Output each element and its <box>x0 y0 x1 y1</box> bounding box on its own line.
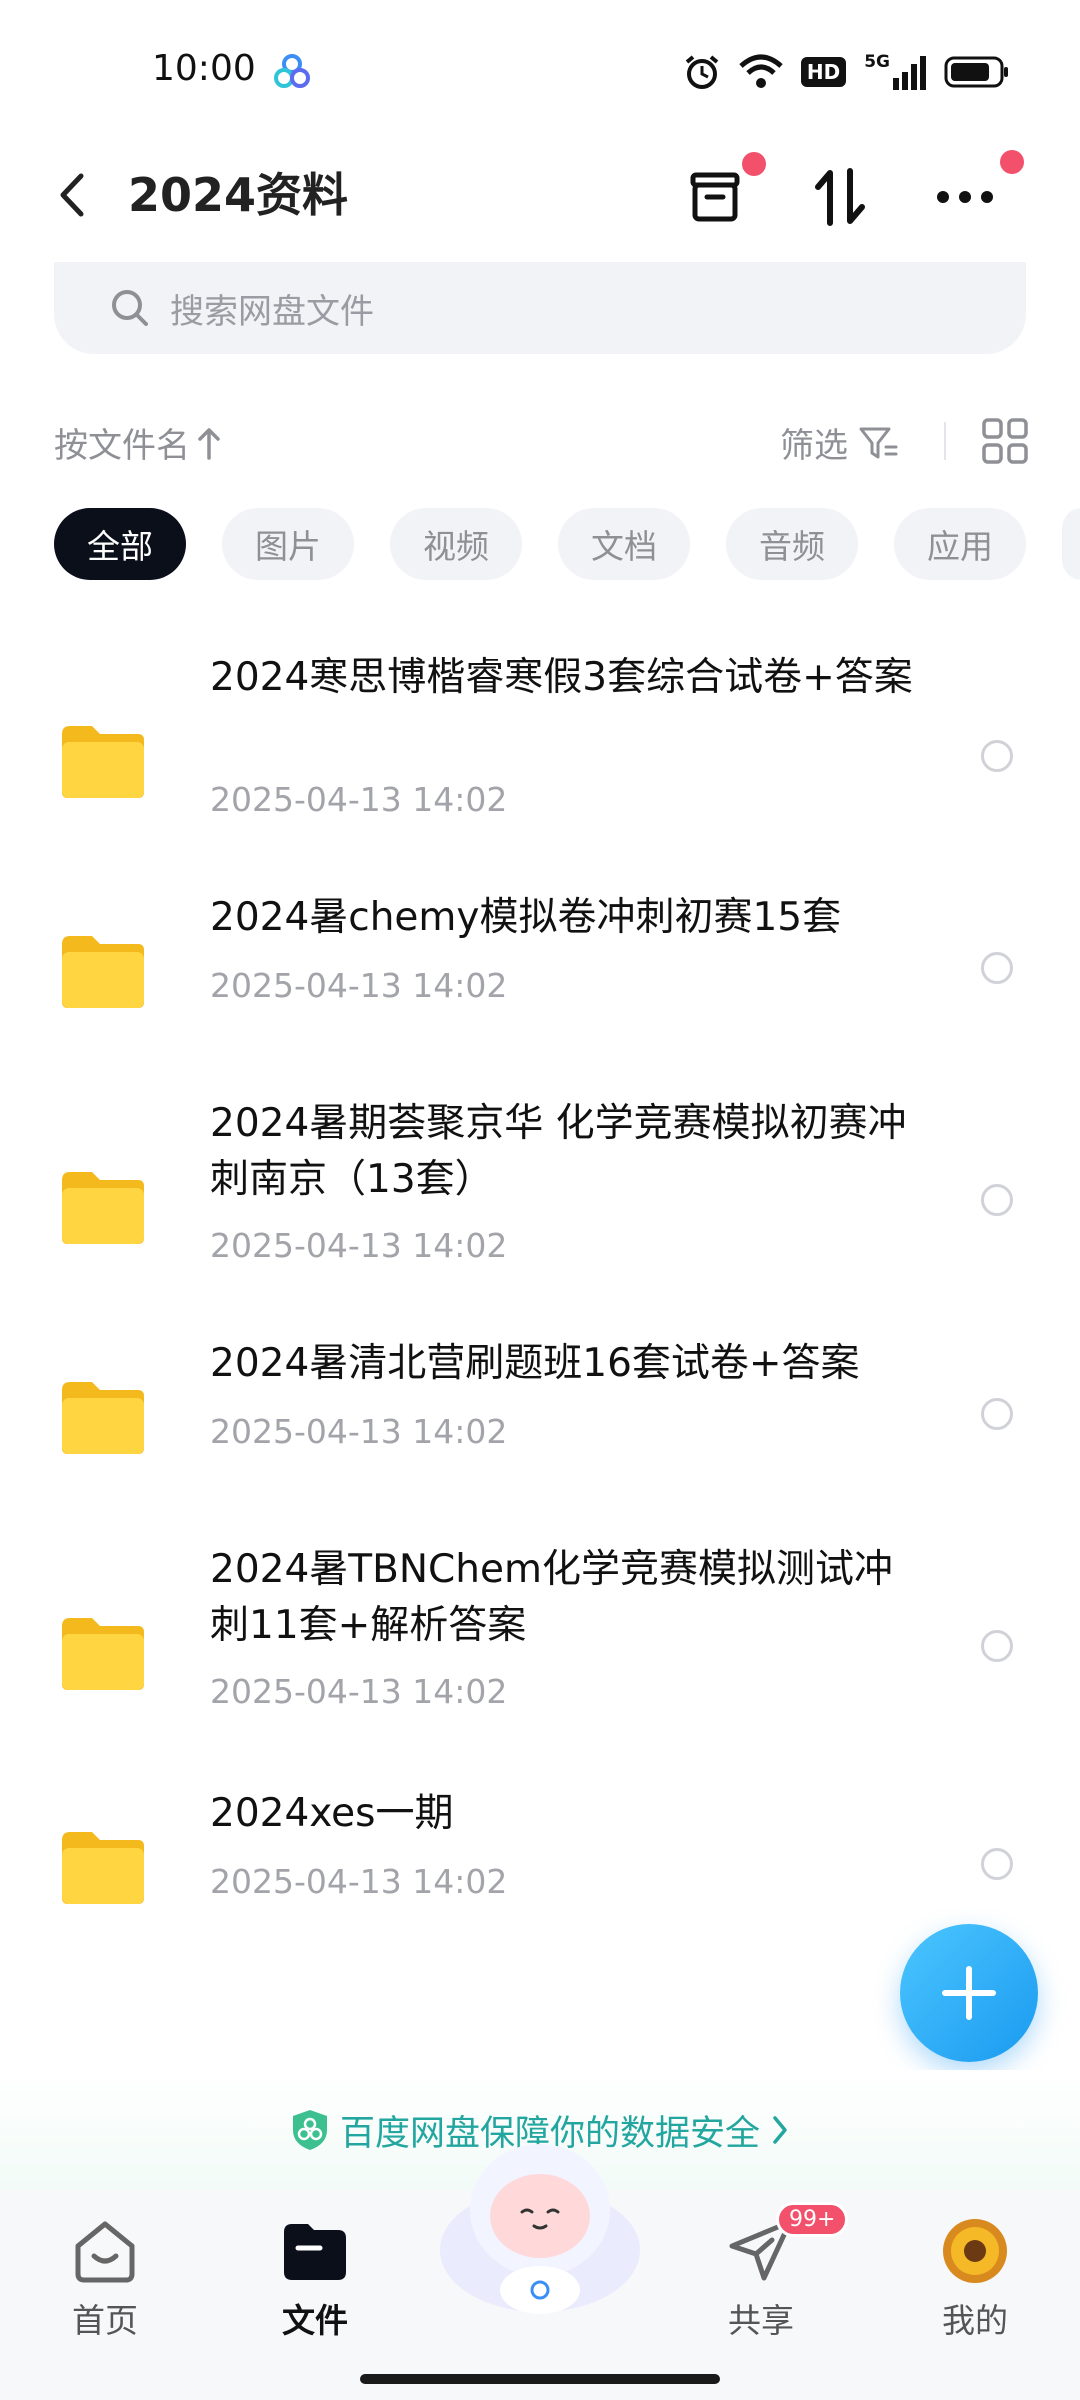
file-date: 2025-04-13 14:02 <box>210 1672 508 1711</box>
chip-images[interactable]: 图片 <box>222 508 354 580</box>
file-date: 2025-04-13 14:02 <box>210 966 508 1005</box>
back-button[interactable] <box>42 160 102 230</box>
sort-bar: 按文件名 筛选 <box>0 400 1080 480</box>
home-indicator <box>360 2374 720 2384</box>
sort-label: 按文件名 <box>54 426 190 466</box>
file-name: 2024xes一期 <box>210 1791 454 1836</box>
hd-icon: HD <box>800 57 847 87</box>
status-time: 10:00 <box>152 48 256 89</box>
grid-view-icon[interactable] <box>980 416 1030 466</box>
chip-all[interactable]: 全部 <box>54 508 186 580</box>
alarm-icon <box>685 55 719 89</box>
divider <box>944 422 946 460</box>
transfer-icon <box>815 168 865 226</box>
archive-button[interactable] <box>670 152 766 242</box>
transfer-button[interactable] <box>795 152 885 242</box>
list-item[interactable]: 2024暑期荟聚京华 化学竞赛模拟初赛冲刺南京（13套） 2025-04-13 … <box>0 1096 1080 1286</box>
search-placeholder: 搜索网盘文件 <box>170 291 374 332</box>
list-item[interactable]: 2024暑TBNChem化学竞赛模拟测试冲刺11套+解析答案 2025-04-1… <box>0 1542 1080 1732</box>
shield-icon <box>292 2110 327 2150</box>
file-name: 2024暑chemy模拟卷冲刺初赛15套 <box>210 895 842 940</box>
select-checkbox[interactable] <box>981 952 1013 984</box>
folder-icon <box>62 1382 144 1454</box>
select-checkbox[interactable] <box>981 1184 1013 1216</box>
chevron-right-icon <box>773 2116 787 2144</box>
nav-share[interactable]: 99+ 共享 <box>686 2202 849 2342</box>
arrow-up-icon <box>198 427 220 460</box>
file-name: 2024暑清北营刷题班16套试卷+答案 <box>210 1341 860 1386</box>
folder-icon <box>62 726 144 798</box>
nav-label: 共享 <box>728 2301 794 2340</box>
top-app-bar: 2024资料 <box>0 130 1080 260</box>
search-icon <box>112 290 148 326</box>
chip-more[interactable] <box>1062 508 1080 580</box>
file-date: 2025-04-13 14:02 <box>210 1412 508 1451</box>
select-checkbox[interactable] <box>981 1630 1013 1662</box>
status-bar: 10:00 HD 5G <box>0 0 1080 120</box>
folder-icon <box>62 936 144 1008</box>
nav-home[interactable]: 首页 <box>30 2216 180 2342</box>
avatar-icon <box>943 2219 1007 2283</box>
folder-icon <box>284 2224 346 2280</box>
list-item[interactable]: 2024寒思博楷睿寒假3套综合试卷+答案 2025-04-13 14:02 <box>0 650 1080 840</box>
select-checkbox[interactable] <box>981 1848 1013 1880</box>
file-name: 2024暑TBNChem化学竞赛模拟测试冲刺11套+解析答案 <box>210 1547 893 1648</box>
network-label: 5G <box>864 52 890 72</box>
add-button[interactable] <box>900 1924 1038 2062</box>
notification-dot <box>742 152 766 176</box>
battery-icon <box>944 56 1008 88</box>
home-icon <box>75 2221 135 2283</box>
chevron-left-icon <box>60 173 84 217</box>
chip-apps[interactable]: 应用 <box>894 508 1026 580</box>
nav-label: 首页 <box>72 2301 138 2340</box>
category-chips: 全部 图片 视频 文档 音频 应用 <box>54 508 1080 584</box>
file-name: 2024寒思博楷睿寒假3套综合试卷+答案 <box>210 655 913 700</box>
file-name: 2024暑期荟聚京华 化学竞赛模拟初赛冲刺南京（13套） <box>210 1101 907 1202</box>
notification-dot <box>1000 150 1024 174</box>
mascot-icon[interactable] <box>430 2130 650 2320</box>
list-item[interactable]: 2024xes一期 2025-04-13 14:02 <box>0 1786 1080 1926</box>
list-item[interactable]: 2024暑chemy模拟卷冲刺初赛15套 2025-04-13 14:02 <box>0 890 1080 1030</box>
search-input[interactable]: 搜索网盘文件 <box>54 262 1026 354</box>
file-date: 2025-04-13 14:02 <box>210 1862 508 1901</box>
folder-icon <box>62 1618 144 1690</box>
file-date: 2025-04-13 14:02 <box>210 1226 508 1265</box>
chip-videos[interactable]: 视频 <box>390 508 522 580</box>
baidu-netdisk-icon <box>274 54 310 88</box>
unread-badge: 99+ <box>776 2202 849 2237</box>
page-title: 2024资料 <box>128 168 349 222</box>
list-item[interactable]: 2024暑清北营刷题班16套试卷+答案 2025-04-13 14:02 <box>0 1336 1080 1476</box>
folder-icon <box>62 1832 144 1904</box>
folder-icon <box>62 1172 144 1244</box>
select-checkbox[interactable] <box>981 740 1013 772</box>
archive-icon <box>690 172 740 222</box>
filter-icon <box>859 427 898 458</box>
chip-documents[interactable]: 文档 <box>558 508 690 580</box>
nav-label: 我的 <box>942 2301 1008 2340</box>
wifi-icon <box>739 54 783 88</box>
signal-icon: 5G <box>864 54 926 90</box>
plus-icon <box>942 1966 996 2020</box>
nav-profile[interactable]: 我的 <box>900 2216 1050 2342</box>
select-checkbox[interactable] <box>981 1398 1013 1430</box>
nav-label: 文件 <box>282 2301 348 2340</box>
filter-label: 筛选 <box>780 426 848 466</box>
sort-by-name-button[interactable]: 按文件名 <box>54 418 222 467</box>
chip-audio[interactable]: 音频 <box>726 508 858 580</box>
more-button[interactable] <box>920 150 1024 242</box>
file-date: 2025-04-13 14:02 <box>210 780 508 819</box>
more-icon <box>937 191 993 203</box>
filter-button[interactable]: 筛选 <box>780 418 898 467</box>
nav-files[interactable]: 文件 <box>240 2216 390 2342</box>
